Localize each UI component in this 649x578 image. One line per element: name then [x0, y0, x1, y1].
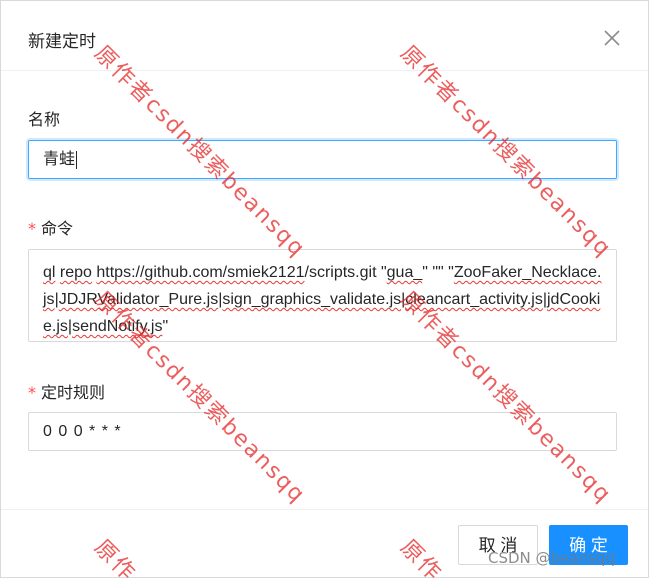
- cmd-part: repo: [59, 264, 92, 281]
- name-label: 名称: [28, 106, 60, 130]
- cmd-part: cleancart_activity.js: [405, 291, 543, 308]
- schedule-input[interactable]: 0 0 0 * * *: [28, 412, 617, 451]
- modal-header: 新建定时: [1, 1, 648, 71]
- cmd-part: " "" ": [422, 264, 454, 281]
- cmd-part: ": [162, 318, 169, 335]
- cmd-part: /scripts.git ": [304, 264, 387, 281]
- name-label-text: 名称: [28, 112, 61, 129]
- name-input-value: 青蛙: [43, 151, 76, 168]
- schedule-label: * 定时规则: [28, 379, 105, 403]
- ok-button[interactable]: 确 定: [549, 525, 628, 565]
- cmd-part: sendNotify.js: [72, 318, 163, 335]
- schedule-label-text: 定时规则: [41, 385, 106, 402]
- command-label-text: 命令: [41, 221, 74, 238]
- close-button[interactable]: [601, 27, 623, 49]
- required-mark: *: [28, 383, 36, 402]
- cancel-button[interactable]: 取 消: [458, 525, 538, 565]
- cmd-part: ql: [43, 264, 56, 281]
- cmd-part: JDJRValidator_Pure.js: [58, 291, 219, 308]
- name-input[interactable]: 青蛙: [28, 140, 617, 179]
- cmd-part: https://github.com/smiek2121: [96, 264, 305, 281]
- cmd-part: gua_: [386, 264, 423, 281]
- new-cron-modal: 新建定时 名称 青蛙 * 命令 ql repo https://github.co…: [0, 0, 649, 578]
- modal-title: 新建定时: [28, 32, 96, 51]
- schedule-input-value: 0 0 0 * * *: [43, 423, 122, 440]
- required-mark: *: [28, 219, 36, 238]
- cmd-part: sign_graphics_validate.js: [222, 291, 402, 308]
- close-icon: [604, 30, 620, 46]
- command-textarea[interactable]: ql repo https://github.com/smiek2121/scr…: [28, 249, 617, 342]
- text-caret: [76, 150, 78, 169]
- command-label: * 命令: [28, 215, 73, 239]
